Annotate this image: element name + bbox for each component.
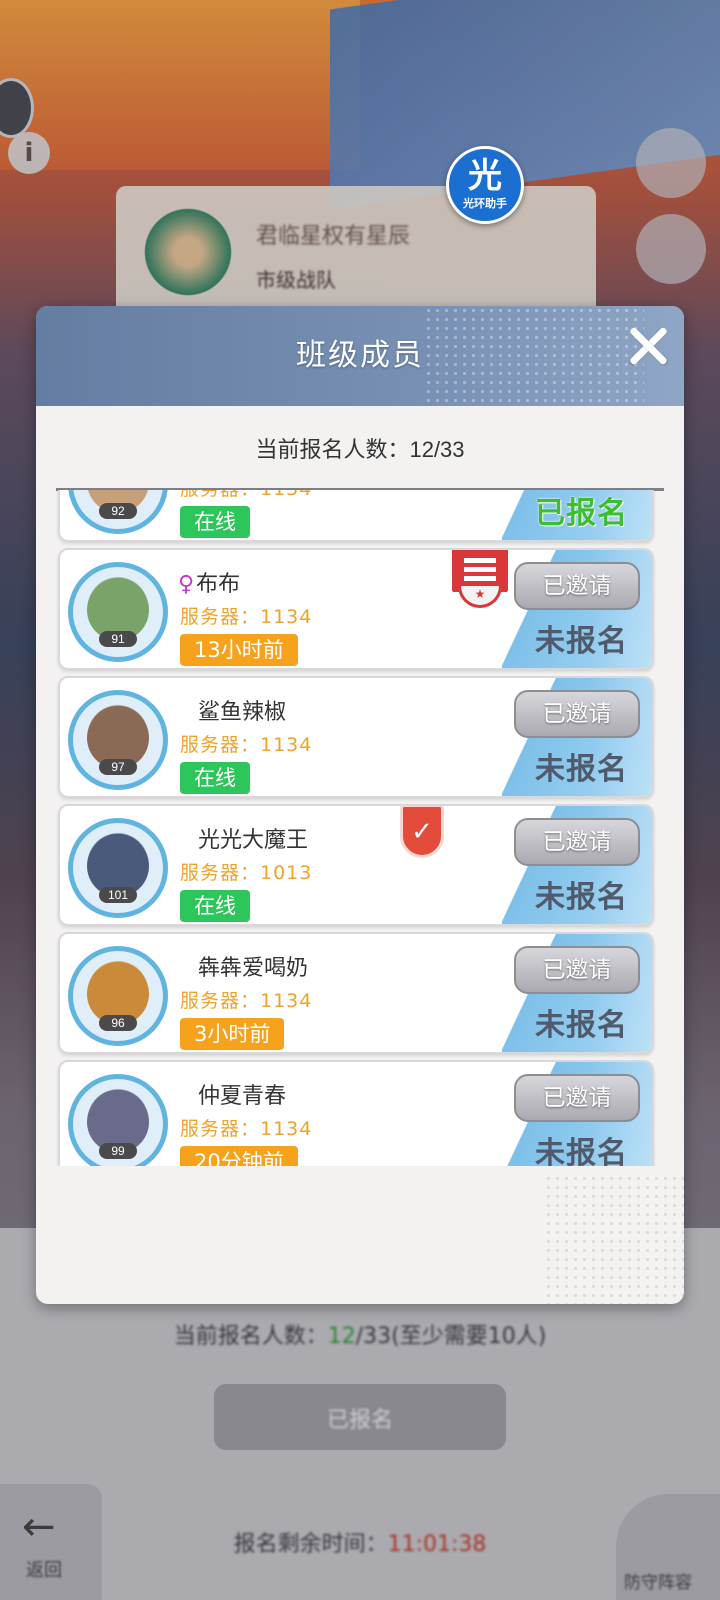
title-badge-icon: ★: [452, 550, 508, 608]
member-row[interactable]: 96 犇犇爱喝奶服务器：1134 3小时前 已邀请未报名: [58, 932, 654, 1054]
signup-count-value: 12/33: [409, 437, 465, 462]
member-avatar[interactable]: 99: [68, 1074, 168, 1166]
registration-status: 未报名: [535, 752, 628, 787]
invite-button[interactable]: 已邀请: [514, 690, 640, 738]
modal-dot-decoration: [544, 1174, 684, 1304]
member-row[interactable]: 92 服务器：1134 在线 已报名: [58, 490, 654, 542]
member-name-text: 犇犇爱喝奶: [198, 956, 309, 981]
member-name-text: 仲夏青春: [198, 1084, 287, 1109]
member-avatar[interactable]: 92: [68, 490, 168, 534]
member-server: 服务器：1134: [180, 1118, 313, 1140]
registration-status: 未报名: [535, 1136, 628, 1166]
class-members-modal: 班级成员 当前报名人数：12/33 92服务器：1134在线已报名91♀布布服务…: [36, 306, 684, 1304]
member-row[interactable]: 99 仲夏青春服务器：1134 20分钟前 已邀请未报名: [58, 1060, 654, 1166]
member-server: 服务器：1134: [180, 990, 313, 1012]
member-status-badge: 在线: [180, 762, 250, 794]
member-status-badge: 在线: [180, 890, 250, 922]
member-server: 服务器：1013: [180, 862, 313, 884]
member-level: 96: [99, 1015, 137, 1031]
member-name: 仲夏青春: [198, 1078, 286, 1110]
close-icon[interactable]: [626, 324, 670, 368]
member-name-text: 光光大魔王: [198, 828, 309, 853]
member-row[interactable]: 97 鲨鱼辣椒服务器：1134 在线 已邀请未报名: [58, 676, 654, 798]
member-server: 服务器：1134: [180, 490, 312, 501]
member-name: ♀布布: [178, 566, 240, 598]
invite-button[interactable]: 已邀请: [514, 946, 640, 994]
member-level: 99: [99, 1143, 137, 1159]
member-status-badge: 20分钟前: [180, 1146, 298, 1166]
member-avatar[interactable]: 101: [68, 818, 168, 918]
member-avatar[interactable]: 96: [68, 946, 168, 1046]
member-name: 鲨鱼辣椒: [198, 694, 286, 726]
halo-glyph: 光: [468, 156, 502, 196]
female-icon: ♀: [178, 572, 195, 597]
member-name: 光光大魔王: [198, 822, 308, 854]
member-server: 服务器：1134: [180, 606, 313, 628]
registration-status: 未报名: [535, 1008, 628, 1043]
registration-status: 未报名: [535, 880, 628, 915]
member-avatar[interactable]: 97: [68, 690, 168, 790]
member-status-badge: 在线: [180, 506, 250, 538]
modal-header: 班级成员: [36, 306, 684, 406]
shield-badge-icon: ✓: [400, 806, 444, 858]
member-list[interactable]: 92服务器：1134在线已报名91♀布布服务器：113413小时前已邀请未报名★…: [56, 490, 660, 1166]
member-status-badge: 3小时前: [180, 1018, 285, 1050]
halo-label: 光环助手: [463, 197, 507, 210]
member-server: 服务器：1134: [180, 734, 313, 756]
invite-button[interactable]: 已邀请: [514, 1074, 640, 1122]
signup-count-line: 当前报名人数：12/33: [36, 432, 684, 464]
invite-button[interactable]: 已邀请: [514, 818, 640, 866]
member-level: 101: [99, 887, 137, 903]
member-status-badge: 13小时前: [180, 634, 298, 666]
member-level: 92: [99, 503, 137, 519]
member-name: 犇犇爱喝奶: [198, 950, 308, 982]
halo-assistant-badge[interactable]: 光 光环助手: [446, 146, 524, 224]
member-row[interactable]: 91 ♀布布服务器：1134 13小时前 已邀请未报名 ★: [58, 548, 654, 670]
invite-button[interactable]: 已邀请: [514, 562, 640, 610]
registration-status: 未报名: [535, 624, 628, 659]
registration-status: 已报名: [535, 496, 628, 531]
member-level: 97: [99, 759, 137, 775]
member-name-text: 鲨鱼辣椒: [198, 700, 287, 725]
member-avatar[interactable]: 91: [68, 562, 168, 662]
member-row[interactable]: 101 光光大魔王服务器：1013 在线 已邀请未报名 ✓: [58, 804, 654, 926]
modal-title: 班级成员: [296, 338, 424, 373]
member-name-text: 布布: [196, 572, 241, 597]
signup-count-label: 当前报名人数：: [255, 438, 410, 463]
member-level: 91: [99, 631, 137, 647]
